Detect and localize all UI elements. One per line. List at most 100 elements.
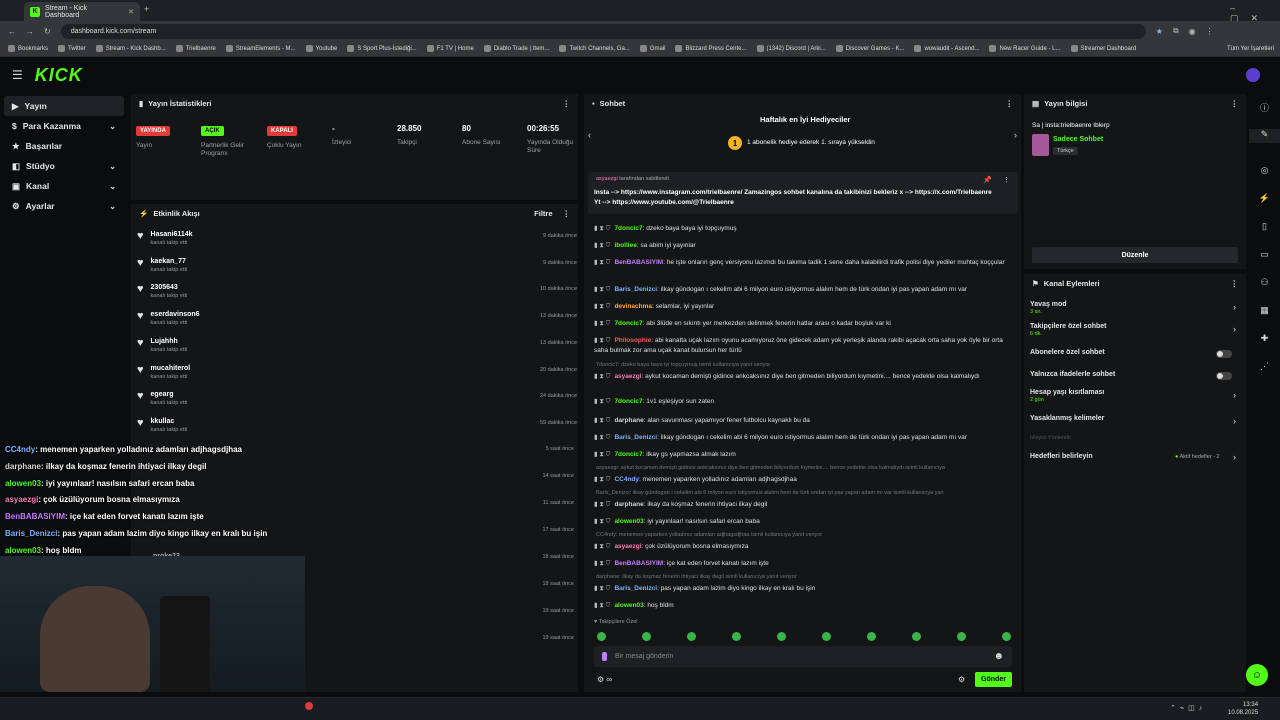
close-tab-icon[interactable]: ✕ — [128, 8, 134, 16]
forward-icon[interactable]: → — [26, 27, 34, 36]
follower-name[interactable]: kkullac — [151, 418, 188, 425]
chat-username[interactable]: Philosophie — [614, 337, 651, 344]
bookmark-item[interactable]: F1 TV | Home — [426, 45, 474, 52]
bookmark-item[interactable]: StreamElements - M... — [225, 45, 296, 52]
emote-icon[interactable] — [777, 632, 786, 641]
pinned-menu-icon[interactable]: ⋮ — [1003, 176, 1010, 184]
follower-name[interactable]: egearg — [151, 391, 188, 398]
emote-icon[interactable] — [822, 632, 831, 641]
filter-button[interactable]: Filtre — [534, 209, 552, 218]
sidebar-item[interactable]: ⚙ Ayarlar ⌄ — [4, 196, 124, 216]
bookmark-item[interactable]: Streamer Dashboard — [1070, 45, 1136, 52]
bookmark-item[interactable]: New Racer Guide - L... — [989, 45, 1061, 52]
sidebar-item[interactable]: ◧ Stüdyo ⌄ — [4, 156, 124, 176]
follower-name[interactable]: 2305643 — [151, 284, 188, 291]
goals-label[interactable]: Hedefleri belirleyin — [1030, 453, 1093, 460]
wrench-icon[interactable]: ✚ — [1249, 333, 1280, 344]
chat-settings-icons[interactable]: ⚙ ∞ — [597, 675, 612, 684]
users-icon[interactable]: ⚇ — [1249, 277, 1280, 288]
emote-icon[interactable] — [867, 632, 876, 641]
toggle-switch[interactable] — [1216, 372, 1232, 380]
chat-username[interactable]: 7doncic7 — [614, 320, 642, 327]
chat-username[interactable]: alowen03 — [614, 602, 643, 609]
chat-username[interactable]: asyaezgi — [614, 543, 641, 550]
chevron-right-icon[interactable]: › — [1233, 416, 1236, 426]
bookmark-item[interactable]: Bookmarks — [8, 45, 48, 52]
browser-tab[interactable]: K Stream - Kick Dashboard ✕ — [24, 2, 140, 21]
chat-username[interactable]: darphane — [614, 417, 643, 424]
sidebar-item[interactable]: ★ Başarılar — [4, 136, 124, 156]
stream-info-menu-icon[interactable]: ⋮ — [1231, 99, 1239, 108]
chat-username[interactable]: 7doncic7 — [614, 451, 642, 458]
follower-name[interactable]: kaekan_77 — [151, 258, 188, 265]
chat-username[interactable]: CC4ndy — [614, 476, 639, 483]
back-icon[interactable]: ← — [8, 27, 16, 36]
bookmark-item[interactable]: Trielbaenre — [175, 45, 216, 52]
mic-icon[interactable] — [602, 652, 607, 661]
emote-icon[interactable] — [957, 632, 966, 641]
all-bookmarks-link[interactable]: Tüm Yer İşaretleri — [1227, 46, 1274, 52]
document-icon[interactable]: ▯ — [1249, 221, 1280, 232]
channel-action-item[interactable]: Yalnızca ifadelerle sohbet — [1030, 371, 1246, 380]
activity-menu-icon[interactable]: ⋮ — [563, 209, 571, 218]
hamburger-menu-icon[interactable]: ☰ — [12, 68, 23, 82]
bookmark-item[interactable]: wowaudit - Ascend... — [914, 45, 979, 52]
chat-username[interactable]: Baris_Denizci — [614, 434, 657, 441]
chat-username[interactable]: 7doncic7 — [614, 225, 642, 232]
lightning-icon[interactable]: ⚡ — [1249, 193, 1280, 204]
category-name[interactable]: Sadece Sohbet — [1053, 136, 1103, 143]
sidebar-item[interactable]: $ Para Kazanma ⌄ — [4, 116, 124, 136]
bookmark-item[interactable]: Diablo Trade | Item... — [483, 45, 549, 52]
chat-bubble-icon[interactable]: ▭ — [1249, 249, 1280, 260]
chat-username[interactable]: darphane — [614, 501, 643, 508]
follower-name[interactable]: mucahiterol — [151, 365, 191, 372]
chat-username[interactable]: alowen03 — [614, 518, 643, 525]
emote-icon[interactable] — [687, 632, 696, 641]
channel-actions-menu-icon[interactable]: ⋮ — [1231, 279, 1239, 288]
url-field[interactable]: dashboard.kick.com/stream — [60, 23, 1146, 39]
tray-icons[interactable]: ⌃⌁◫♪ — [1170, 704, 1206, 712]
chat-menu-icon[interactable]: ⋮ — [1006, 99, 1014, 108]
bookmark-item[interactable]: Discover Games - K... — [835, 45, 904, 52]
edit-button[interactable]: Düzenle — [1032, 247, 1238, 263]
chat-username[interactable]: 7doncic7 — [614, 398, 642, 405]
connections-icon[interactable]: ⋰ — [1249, 361, 1280, 372]
bookmark-item[interactable]: Gmail — [639, 45, 665, 52]
gifters-next-icon[interactable]: › — [1014, 130, 1017, 140]
taskbar-app-icon[interactable] — [305, 702, 313, 710]
bookmark-item[interactable]: Blizzard Press Cente... — [675, 45, 747, 52]
reload-icon[interactable]: ↻ — [44, 27, 51, 36]
toggle-switch[interactable] — [1216, 350, 1232, 358]
user-avatar[interactable] — [1246, 68, 1260, 82]
channel-action-item[interactable]: Yavaş mod 3 sn. › — [1030, 301, 1246, 315]
taskbar-clock[interactable]: 13:34 10.08.2025 — [1228, 701, 1258, 717]
emoji-icon[interactable]: ☻ — [993, 651, 1004, 662]
extensions-icon[interactable]: ⧉ — [1173, 26, 1179, 36]
chevron-right-icon[interactable]: › — [1233, 390, 1236, 400]
menu-icon[interactable]: ⋮ — [1206, 27, 1214, 36]
follower-name[interactable]: Lujahhh — [151, 338, 188, 345]
send-button[interactable]: Gönder — [975, 672, 1012, 687]
channel-action-item[interactable]: Hesap yaşı kısıtlaması 2 gün › — [1030, 389, 1246, 403]
support-chat-icon[interactable]: ☺ — [1246, 664, 1268, 686]
pin-icon[interactable]: 📌 — [983, 176, 992, 184]
bookmark-item[interactable]: Youtube — [305, 45, 337, 52]
pinned-by-user[interactable]: asyaezgi — [596, 176, 618, 182]
bookmark-item[interactable]: Stream - Kick Dashb... — [95, 45, 166, 52]
emote-icon[interactable] — [597, 632, 606, 641]
info-circle-icon[interactable]: ⓘ — [1249, 101, 1280, 114]
bookmark-item[interactable]: S Sport Plus-İstediği... — [347, 45, 417, 52]
new-tab-icon[interactable]: + — [144, 4, 149, 14]
chat-username[interactable]: asyaezgi — [614, 373, 641, 380]
bookmark-star-icon[interactable]: ★ — [1156, 27, 1163, 36]
emote-icon[interactable] — [1002, 632, 1011, 641]
chat-username[interactable]: Baris_Denizci — [614, 286, 657, 293]
emote-icon[interactable] — [642, 632, 651, 641]
chat-username[interactable]: Baris_Denizci — [614, 585, 657, 592]
pencil-icon[interactable]: ✎ — [1249, 129, 1280, 143]
emote-icon[interactable] — [912, 632, 921, 641]
channel-action-item[interactable]: Yasaklanmış kelimeler › — [1030, 415, 1246, 426]
stats-menu-icon[interactable]: ⋮ — [563, 99, 571, 108]
profile-icon[interactable]: ◉ — [1189, 27, 1196, 36]
emote-icon[interactable] — [732, 632, 741, 641]
